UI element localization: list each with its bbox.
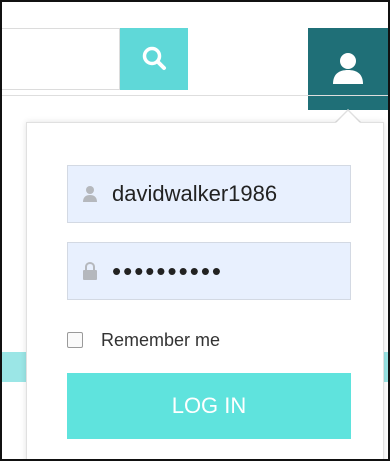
search-button[interactable] [120, 28, 188, 90]
search-icon [141, 45, 167, 74]
remember-me-checkbox[interactable] [67, 332, 83, 348]
username-input[interactable] [112, 166, 348, 222]
password-field[interactable] [67, 242, 351, 300]
remember-me-row: Remember me [67, 328, 220, 352]
user-menu-button[interactable] [308, 28, 388, 110]
user-icon [68, 185, 112, 203]
header-divider [2, 95, 388, 96]
password-input[interactable] [112, 243, 348, 299]
remember-me-label[interactable]: Remember me [101, 330, 220, 351]
lock-icon [68, 261, 112, 281]
background-banner-edge [2, 352, 26, 382]
dropdown-caret-fill [336, 111, 360, 123]
login-button[interactable]: LOG IN [67, 373, 351, 439]
user-icon [330, 50, 366, 89]
browser-viewport: Remember me LOG IN [0, 0, 390, 461]
search-input[interactable] [2, 28, 120, 90]
login-dropdown: Remember me LOG IN [26, 122, 384, 459]
username-field[interactable] [67, 165, 351, 223]
